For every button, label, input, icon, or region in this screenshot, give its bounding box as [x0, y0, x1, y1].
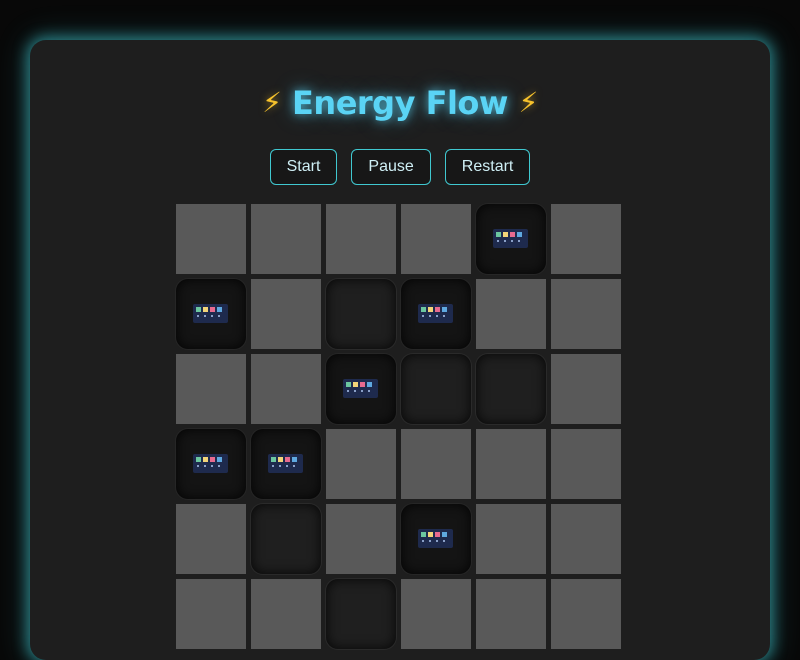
grid-tile[interactable]	[251, 354, 321, 424]
grid-tile[interactable]	[326, 504, 396, 574]
battery-tile[interactable]	[401, 504, 471, 574]
battery-icon	[343, 379, 378, 398]
empty-slot-tile[interactable]	[476, 354, 546, 424]
lightning-bolt-icon: ⚡	[262, 86, 282, 119]
empty-slot-tile[interactable]	[326, 279, 396, 349]
grid-tile[interactable]	[176, 579, 246, 649]
grid-tile[interactable]	[476, 579, 546, 649]
grid-tile[interactable]	[401, 204, 471, 274]
battery-tile[interactable]	[176, 279, 246, 349]
battery-icon	[418, 529, 453, 548]
pause-button[interactable]: Pause	[351, 149, 431, 185]
game-title: ⚡ Energy Flow ⚡	[0, 84, 800, 122]
battery-tile[interactable]	[401, 279, 471, 349]
grid-tile[interactable]	[551, 579, 621, 649]
battery-tile[interactable]	[251, 429, 321, 499]
grid-tile[interactable]	[476, 279, 546, 349]
game-title-text: Energy Flow	[292, 84, 508, 122]
grid-tile[interactable]	[176, 504, 246, 574]
battery-icon	[493, 229, 528, 248]
game-panel	[30, 40, 770, 660]
empty-slot-tile[interactable]	[326, 579, 396, 649]
empty-slot-tile[interactable]	[401, 354, 471, 424]
grid-tile[interactable]	[251, 204, 321, 274]
start-button[interactable]: Start	[269, 149, 338, 185]
battery-tile[interactable]	[176, 429, 246, 499]
grid-tile[interactable]	[251, 579, 321, 649]
grid-tile[interactable]	[551, 504, 621, 574]
grid-tile[interactable]	[551, 354, 621, 424]
grid-tile[interactable]	[551, 429, 621, 499]
battery-tile[interactable]	[326, 354, 396, 424]
grid-tile[interactable]	[326, 429, 396, 499]
grid-tile[interactable]	[401, 429, 471, 499]
grid-tile[interactable]	[176, 204, 246, 274]
grid-tile[interactable]	[401, 579, 471, 649]
battery-icon	[268, 454, 303, 473]
battery-tile[interactable]	[476, 204, 546, 274]
grid-tile[interactable]	[551, 204, 621, 274]
game-controls: Start Pause Restart	[0, 149, 800, 185]
grid-tile[interactable]	[476, 504, 546, 574]
grid-tile[interactable]	[326, 204, 396, 274]
restart-button[interactable]: Restart	[444, 149, 531, 185]
grid-tile[interactable]	[176, 354, 246, 424]
battery-icon	[418, 304, 453, 323]
grid-tile[interactable]	[551, 279, 621, 349]
lightning-bolt-icon: ⚡	[518, 86, 539, 119]
grid-tile[interactable]	[251, 279, 321, 349]
grid-tile[interactable]	[476, 429, 546, 499]
battery-icon	[193, 304, 228, 323]
empty-slot-tile[interactable]	[251, 504, 321, 574]
battery-icon	[193, 454, 228, 473]
